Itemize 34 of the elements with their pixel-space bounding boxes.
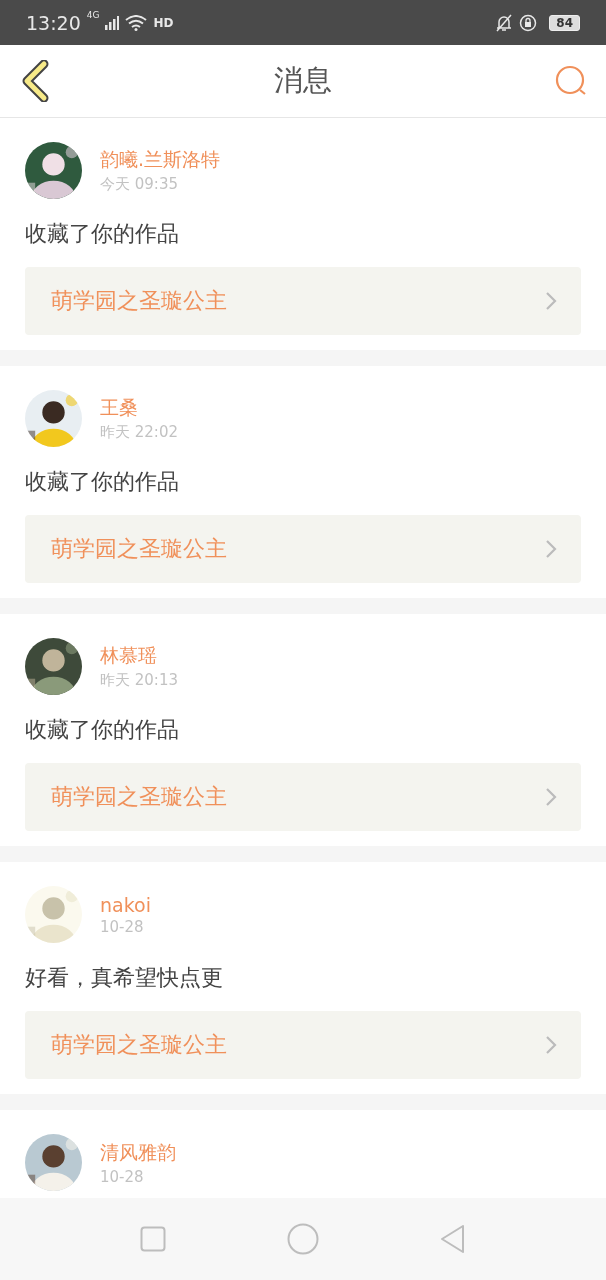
bell-muted-icon	[495, 13, 514, 32]
message-time: 10-28	[100, 917, 145, 936]
message-text: 收藏了你的作品	[25, 468, 180, 496]
message-text: 好看，真希望快点更	[25, 964, 224, 992]
signal-icon	[105, 15, 120, 30]
message-text: 收藏了你的作品	[25, 220, 180, 248]
work-link[interactable]: 萌学园之圣璇公主	[25, 1011, 581, 1079]
status-time: 13:20	[26, 11, 81, 34]
user-name[interactable]: nakoi	[100, 893, 151, 916]
user-name[interactable]: 王桑	[100, 395, 178, 421]
message-time: 今天 09:35	[100, 175, 179, 194]
chevron-right-icon	[545, 1035, 557, 1055]
rotation-lock-icon	[519, 13, 538, 32]
message-time: 昨天 22:02	[100, 423, 178, 442]
hd-label: HD	[153, 15, 174, 30]
network-type: 4G	[86, 10, 100, 20]
user-name[interactable]: 林慕瑶	[100, 643, 178, 669]
message-time: 10-28	[100, 1167, 145, 1186]
page-title: 消息	[274, 62, 332, 99]
battery-level: 84	[549, 14, 580, 31]
chevron-right-icon	[545, 291, 557, 311]
work-link[interactable]: 萌学园之圣璇公主	[25, 267, 581, 335]
work-link[interactable]: 萌学园之圣璇公主	[25, 763, 581, 831]
back-nav-button[interactable]	[439, 1224, 466, 1254]
chevron-right-icon	[545, 539, 557, 559]
work-link[interactable]: 萌学园之圣璇公主	[25, 515, 581, 583]
recent-apps-button[interactable]	[140, 1226, 167, 1252]
home-button[interactable]	[287, 1223, 319, 1255]
user-name[interactable]: 清风雅韵	[100, 1139, 176, 1166]
user-name[interactable]: 韵曦.兰斯洛特	[100, 147, 221, 173]
message-text: 收藏了你的作品	[25, 716, 180, 744]
wifi-icon	[125, 14, 148, 31]
chevron-right-icon	[545, 787, 557, 807]
message-time: 昨天 20:13	[100, 671, 178, 690]
